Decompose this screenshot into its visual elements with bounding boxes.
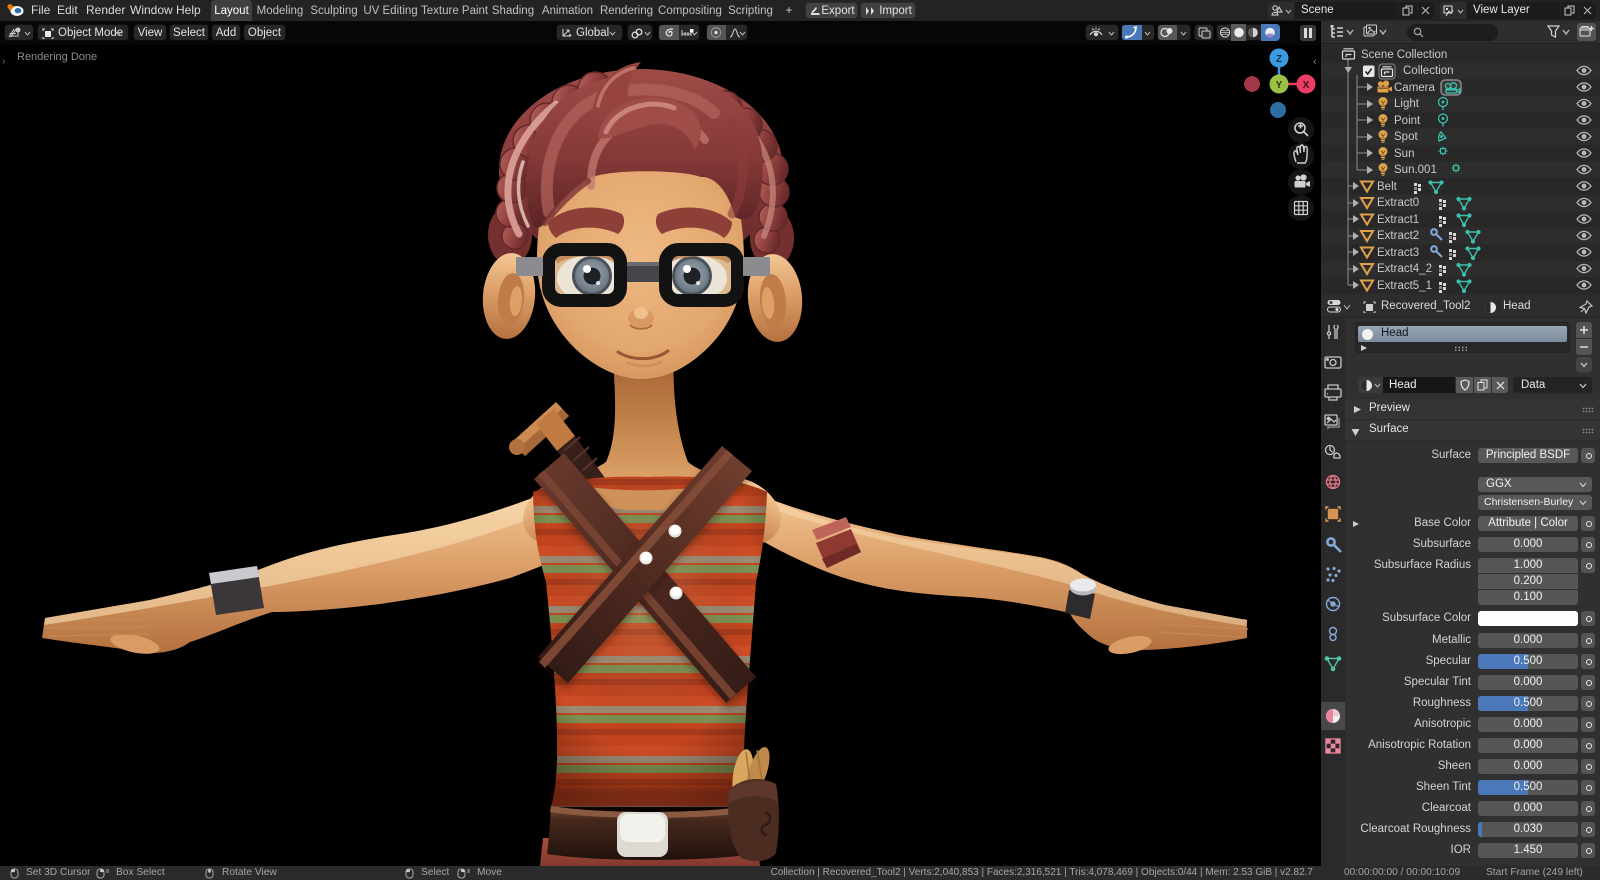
svg-text:Rendering Done: Rendering Done — [17, 51, 97, 63]
svg-text:Y: Y — [1276, 80, 1283, 91]
svg-text:›: › — [2, 56, 5, 67]
svg-text:X: X — [1303, 80, 1310, 91]
svg-text:Z: Z — [1276, 54, 1282, 65]
svg-text:‹: ‹ — [1313, 56, 1317, 68]
